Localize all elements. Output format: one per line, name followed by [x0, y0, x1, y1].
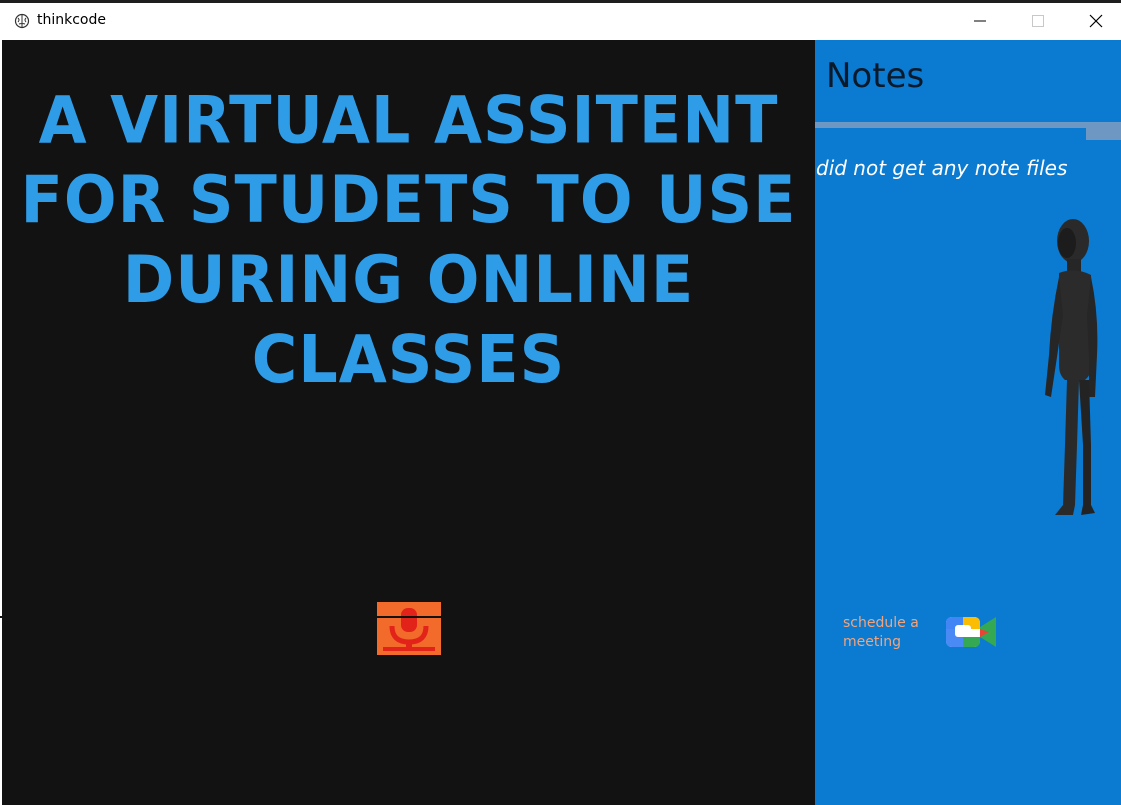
brain-icon	[14, 13, 30, 29]
microphone-icon	[383, 608, 435, 651]
notes-separator	[815, 122, 1121, 128]
headline-line-3: DURING ONLINE CLASSES	[122, 241, 695, 398]
minimize-button[interactable]	[951, 3, 1009, 39]
divider-line	[0, 616, 815, 618]
window-title: thinkcode	[37, 12, 106, 28]
app-window: thinkcode A VIRTUAL ASSITENT FOR STUDETS…	[0, 0, 1121, 805]
headline-line-2: FOR STUDETS TO USE	[20, 161, 797, 238]
title-bar[interactable]: thinkcode	[0, 3, 1121, 40]
main-area: A VIRTUAL ASSITENT FOR STUDETS TO USE DU…	[2, 40, 815, 805]
close-button[interactable]	[1067, 3, 1121, 39]
notes-empty-message: did not get any note files	[816, 156, 1068, 180]
microphone-button[interactable]	[377, 602, 441, 655]
maximize-icon	[1032, 15, 1044, 27]
notes-panel: Notes did not get any note files schedul…	[815, 40, 1121, 805]
maximize-button[interactable]	[1009, 3, 1067, 39]
assistant-avatar	[1045, 219, 1098, 515]
close-icon	[1089, 14, 1103, 28]
schedule-meeting-link[interactable]: schedule a meeting	[843, 614, 933, 652]
headline: A VIRTUAL ASSITENT FOR STUDETS TO USE DU…	[2, 80, 815, 399]
notes-scroll-handle[interactable]	[1086, 122, 1121, 140]
headline-line-1: A VIRTUAL ASSITENT	[38, 81, 779, 159]
notes-title: Notes	[826, 56, 925, 96]
minimize-icon	[974, 20, 986, 22]
google-meet-icon[interactable]	[945, 613, 997, 651]
